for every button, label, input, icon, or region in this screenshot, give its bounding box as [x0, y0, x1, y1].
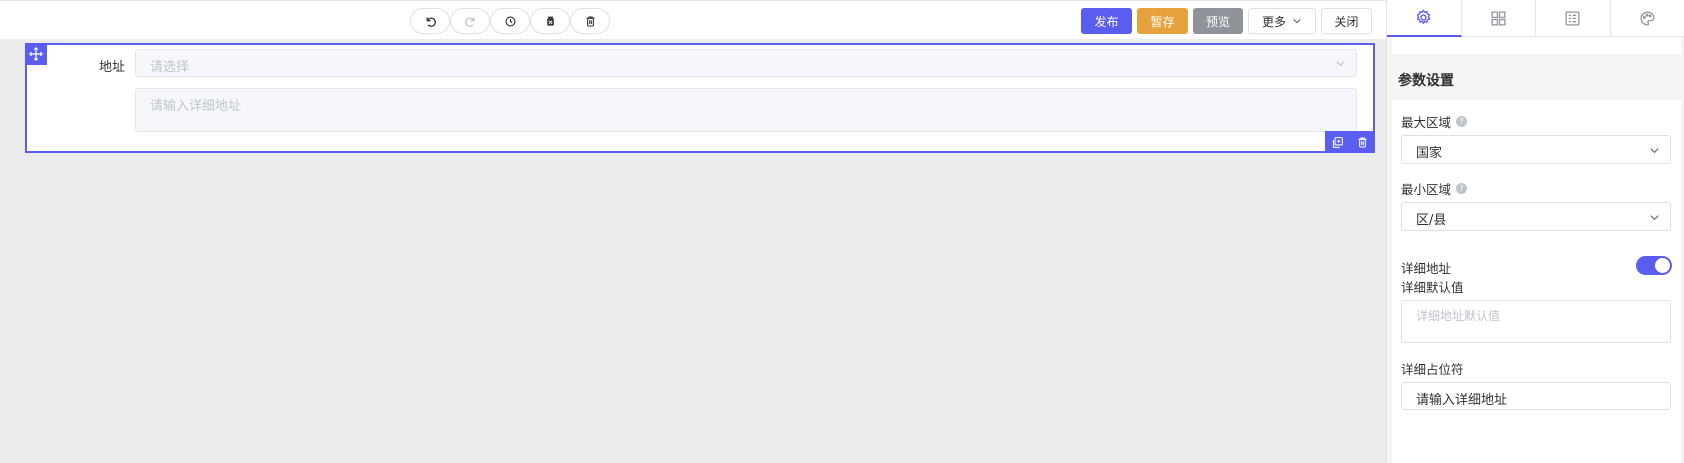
- redo-icon: [464, 16, 474, 27]
- palette-icon: [1640, 11, 1655, 26]
- chevron-down-icon: [1293, 18, 1301, 24]
- section-title: 参数设置: [1398, 73, 1454, 89]
- parameter-settings: 最大区域 ? 国家 最小区域 ? 区/县 详细地址 详细默认值 详细地址默认值 …: [1392, 100, 1681, 463]
- more-label: 更多: [1261, 14, 1286, 29]
- form-canvas: 地址 请选择 请输入详细地址: [0, 40, 1386, 463]
- detail-placeholder-input[interactable]: 请输入详细地址: [1401, 382, 1671, 410]
- tab-settings[interactable]: [1387, 0, 1462, 37]
- detail-placeholder-value: 请输入详细地址: [1416, 393, 1508, 408]
- detail-placeholder-label: 详细占位符: [1401, 359, 1464, 378]
- min-area-label: 最小区域 ?: [1401, 179, 1468, 198]
- panel-top-card: [1392, 37, 1681, 54]
- switch-knob: [1655, 258, 1670, 273]
- publish-button[interactable]: 发布: [1081, 8, 1132, 34]
- delete-icon: [585, 16, 595, 26]
- detail-address-textarea[interactable]: 请输入详细地址: [135, 88, 1357, 132]
- property-panel: 参数设置 最大区域 ? 国家 最小区域 ? 区/县 详细地址 详细默认值 详细地…: [1386, 0, 1684, 463]
- tab-theme[interactable]: [1611, 0, 1684, 37]
- help-icon[interactable]: ?: [1456, 183, 1468, 194]
- history-clock-icon: [504, 15, 516, 27]
- close-button[interactable]: 关闭: [1321, 8, 1372, 34]
- chevron-down-icon: [1650, 148, 1659, 154]
- max-area-select[interactable]: 国家: [1401, 135, 1671, 164]
- detail-default-textarea[interactable]: 详细地址默认值: [1401, 300, 1671, 343]
- history-button[interactable]: [490, 8, 530, 34]
- detail-default-label: 详细默认值: [1401, 277, 1464, 296]
- top-toolbar: 发布 暂存 预览 更多 关闭: [0, 0, 1386, 40]
- detail-default-placeholder: 详细地址默认值: [1416, 309, 1501, 323]
- move-icon: [29, 47, 43, 61]
- tab-components[interactable]: [1462, 0, 1536, 37]
- address-label: 地址: [99, 60, 126, 75]
- gear-icon: [1417, 9, 1431, 25]
- chevron-down-icon: [1336, 61, 1345, 67]
- canvas-area: 地址 请选择 请输入详细地址: [5, 40, 1381, 463]
- max-area-label-text: 最大区域: [1401, 115, 1452, 130]
- item-tools: [1325, 131, 1375, 153]
- trash-icon[interactable]: [1356, 136, 1369, 149]
- min-area-select[interactable]: 区/县: [1401, 202, 1671, 231]
- detail-address-switch[interactable]: [1636, 256, 1672, 275]
- region-select-placeholder: 请选择: [150, 60, 190, 75]
- redo-button[interactable]: [450, 8, 490, 34]
- detail-placeholder-label-text: 详细占位符: [1401, 362, 1464, 377]
- address-form-item[interactable]: 地址 请选择 请输入详细地址: [25, 43, 1375, 153]
- copy-icon[interactable]: [1331, 136, 1344, 149]
- help-icon[interactable]: ?: [1456, 116, 1468, 127]
- save-draft-button[interactable]: 暂存: [1137, 8, 1188, 34]
- delete-button[interactable]: [570, 8, 610, 34]
- undo-button[interactable]: [410, 8, 450, 34]
- max-area-label: 最大区域 ?: [1401, 112, 1468, 131]
- detail-address-label-text: 详细地址: [1401, 261, 1452, 276]
- more-dropdown-button[interactable]: 更多: [1248, 8, 1316, 34]
- preview-button[interactable]: 预览: [1193, 8, 1243, 34]
- history-button-group: [410, 8, 610, 34]
- detail-address-label: 详细地址: [1401, 258, 1451, 277]
- max-area-value: 国家: [1416, 146, 1443, 161]
- chevron-down-icon: [1650, 215, 1659, 221]
- grid-icon: [1491, 11, 1506, 26]
- drag-handle[interactable]: [25, 43, 47, 65]
- min-area-label-text: 最小区域: [1401, 182, 1452, 197]
- min-area-value: 区/县: [1416, 213, 1447, 228]
- undo-icon: [426, 16, 436, 27]
- form-icon: [1565, 11, 1580, 26]
- region-select[interactable]: 请选择: [135, 49, 1357, 77]
- panel-tabs: [1387, 0, 1684, 37]
- clear-button[interactable]: [530, 8, 570, 34]
- tab-form[interactable]: [1536, 0, 1611, 37]
- detail-default-label-text: 详细默认值: [1401, 280, 1464, 295]
- detail-address-placeholder: 请输入详细地址: [150, 99, 242, 114]
- clear-icon: [546, 16, 554, 26]
